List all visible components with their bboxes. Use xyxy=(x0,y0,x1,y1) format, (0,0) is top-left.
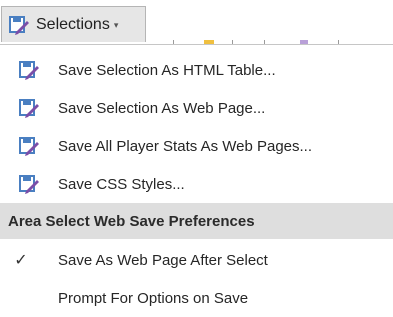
menu-item-save-selection-html-table[interactable]: Save Selection As HTML Table... xyxy=(0,51,393,89)
save-pencil-icon xyxy=(0,59,58,81)
menu-item-label: Prompt For Options on Save xyxy=(58,289,249,307)
menu-item-prompt-for-options[interactable]: Prompt For Options on Save xyxy=(0,279,393,317)
save-pencil-icon xyxy=(0,135,58,157)
save-pencil-icon xyxy=(0,97,58,119)
menu-item-label: Save Selection As Web Page... xyxy=(58,99,266,117)
menu-item-save-css-styles[interactable]: Save CSS Styles... xyxy=(0,165,393,203)
menu-item-label: Save As Web Page After Select xyxy=(58,251,268,269)
menu-item-save-selection-web-page[interactable]: Save Selection As Web Page... xyxy=(0,89,393,127)
save-pencil-icon xyxy=(8,14,30,36)
selections-label: Selections xyxy=(36,15,110,33)
menu-item-label: Save Selection As HTML Table... xyxy=(58,61,276,79)
selections-menu: Save Selection As HTML Table... Save Sel… xyxy=(0,44,393,311)
selections-dropdown-button[interactable]: Selections ▾ xyxy=(1,6,146,42)
menu-item-label: Save All Player Stats As Web Pages... xyxy=(58,137,313,155)
save-pencil-icon xyxy=(0,173,58,195)
menu-item-save-all-player-stats[interactable]: Save All Player Stats As Web Pages... xyxy=(0,127,393,165)
checkmark-icon: ✓ xyxy=(14,252,28,269)
menu-item-save-as-web-page-after-select[interactable]: ✓ Save As Web Page After Select xyxy=(0,241,393,279)
section-header-web-save-preferences: Area Select Web Save Preferences xyxy=(0,203,393,239)
menu-item-label: Save CSS Styles... xyxy=(58,175,185,193)
chevron-down-icon: ▾ xyxy=(113,20,119,30)
